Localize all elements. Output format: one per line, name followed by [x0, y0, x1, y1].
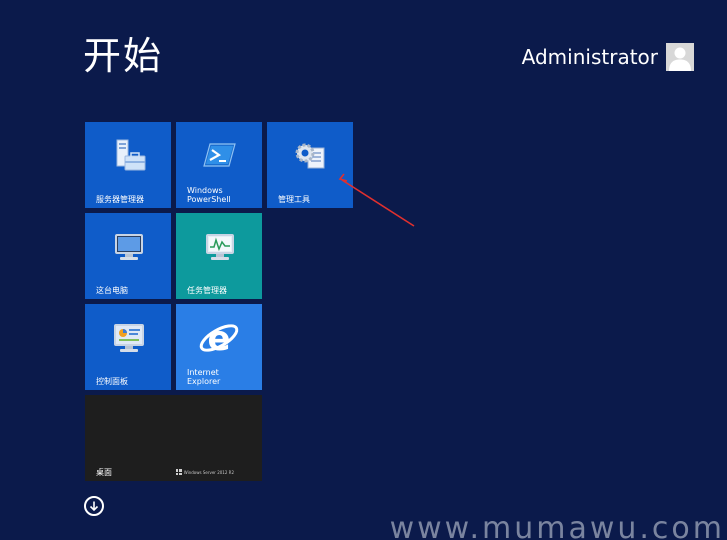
tile-desktop[interactable]: 桌面 Windows Server 2012 R2	[85, 395, 262, 481]
svg-text:e: e	[207, 319, 230, 359]
tile-this-pc[interactable]: 这台电脑	[85, 213, 171, 299]
admin-tools-icon	[290, 136, 330, 180]
tile-label: 这台电脑	[96, 286, 128, 295]
tile-label: Internet Explorer	[187, 368, 221, 386]
tile-label: 控制面板	[96, 377, 128, 386]
powershell-icon	[199, 136, 239, 180]
start-screen: 开始 Administrator 服务器管理器 Windows PowerShe…	[0, 0, 727, 540]
tile-server-manager[interactable]: 服务器管理器	[85, 122, 171, 208]
tile-task-manager[interactable]: 任务管理器	[176, 213, 262, 299]
all-apps-button[interactable]	[84, 496, 104, 516]
windows-logo-icon	[175, 469, 182, 475]
tile-label: 桌面	[96, 468, 112, 477]
server-manager-icon	[108, 136, 148, 180]
user-account[interactable]: Administrator	[522, 42, 694, 72]
tile-control-panel[interactable]: 控制面板	[85, 304, 171, 390]
watermark: www.mumawu.com	[389, 511, 725, 540]
user-silhouette-icon	[669, 47, 691, 71]
internet-explorer-icon: e	[197, 316, 241, 364]
avatar[interactable]	[666, 43, 694, 71]
annotation-arrow-icon	[338, 173, 415, 227]
page-title: 开始	[83, 34, 164, 78]
tile-powershell[interactable]: Windows PowerShell	[176, 122, 262, 208]
tile-label: Windows PowerShell	[187, 186, 231, 204]
os-badge-text: Windows Server 2012 R2	[183, 469, 234, 475]
arrow-down-icon	[89, 501, 99, 512]
control-panel-icon	[108, 318, 148, 362]
tile-label: 任务管理器	[187, 286, 227, 295]
tile-internet-explorer[interactable]: e Internet Explorer	[176, 304, 262, 390]
task-manager-icon	[199, 227, 239, 271]
tile-label: 管理工具	[278, 195, 310, 204]
tile-label: 服务器管理器	[96, 195, 144, 204]
os-badge: Windows Server 2012 R2	[175, 469, 234, 475]
this-pc-icon	[108, 227, 148, 271]
user-name: Administrator	[521, 45, 658, 69]
